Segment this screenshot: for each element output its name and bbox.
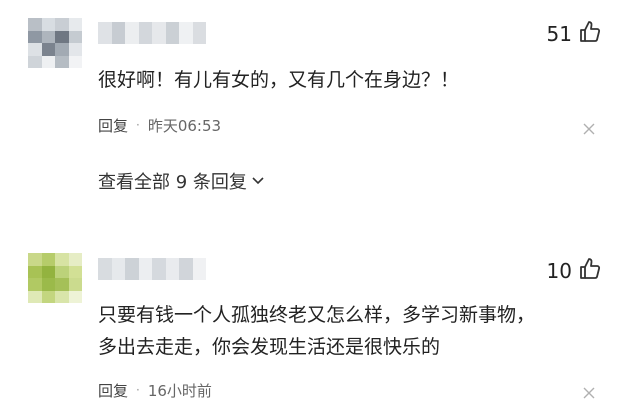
comment-item: 10 只要有钱一个人孤独终老又怎么样，多学习新事物， 多出去走走，你会发现生活还…: [0, 245, 640, 411]
chevron-down-icon: [251, 171, 265, 192]
reply-button[interactable]: 回复: [98, 115, 128, 136]
thumbs-up-icon[interactable]: [578, 257, 602, 286]
username-blurred[interactable]: [98, 22, 206, 44]
reply-button[interactable]: 回复: [98, 380, 128, 401]
like-count: 51: [546, 22, 572, 46]
separator-dot: ·: [136, 118, 140, 132]
like-button[interactable]: 51: [547, 20, 602, 48]
timestamp: 昨天06:53: [147, 116, 222, 135]
comment-meta: 回复 · 16小时前: [98, 378, 212, 402]
comment-item: 51 很好啊！有儿有女的，又有几个在身边？！ 回复 · 昨天06:53 查看全部…: [0, 0, 640, 240]
comment-meta: 回复 · 昨天06:53: [98, 113, 221, 137]
avatar[interactable]: [28, 18, 82, 68]
comment-text-line: 多出去走走，你会发现生活还是很快乐的: [98, 336, 441, 358]
comment-text-line: 只要有钱一个人孤独终老又怎么样，多学习新事物，: [98, 304, 536, 326]
like-count: 10: [546, 259, 572, 283]
username-blurred[interactable]: [98, 258, 206, 280]
close-icon[interactable]: [582, 385, 596, 399]
comment-text: 很好啊！有儿有女的，又有几个在身边？！: [98, 69, 460, 91]
view-all-replies-link[interactable]: 查看全部 9 条回复: [98, 168, 265, 194]
comment-text: 只要有钱一个人孤独终老又怎么样，多学习新事物， 多出去走走，你会发现生活还是很快…: [98, 299, 610, 363]
close-icon[interactable]: [582, 121, 596, 135]
like-button[interactable]: 10: [547, 257, 602, 285]
thumbs-up-icon[interactable]: [578, 20, 602, 49]
timestamp: 16小时前: [147, 381, 212, 400]
view-replies-label: 查看全部 9 条回复: [98, 172, 247, 193]
avatar[interactable]: [28, 253, 82, 303]
separator-dot: ·: [136, 383, 140, 397]
